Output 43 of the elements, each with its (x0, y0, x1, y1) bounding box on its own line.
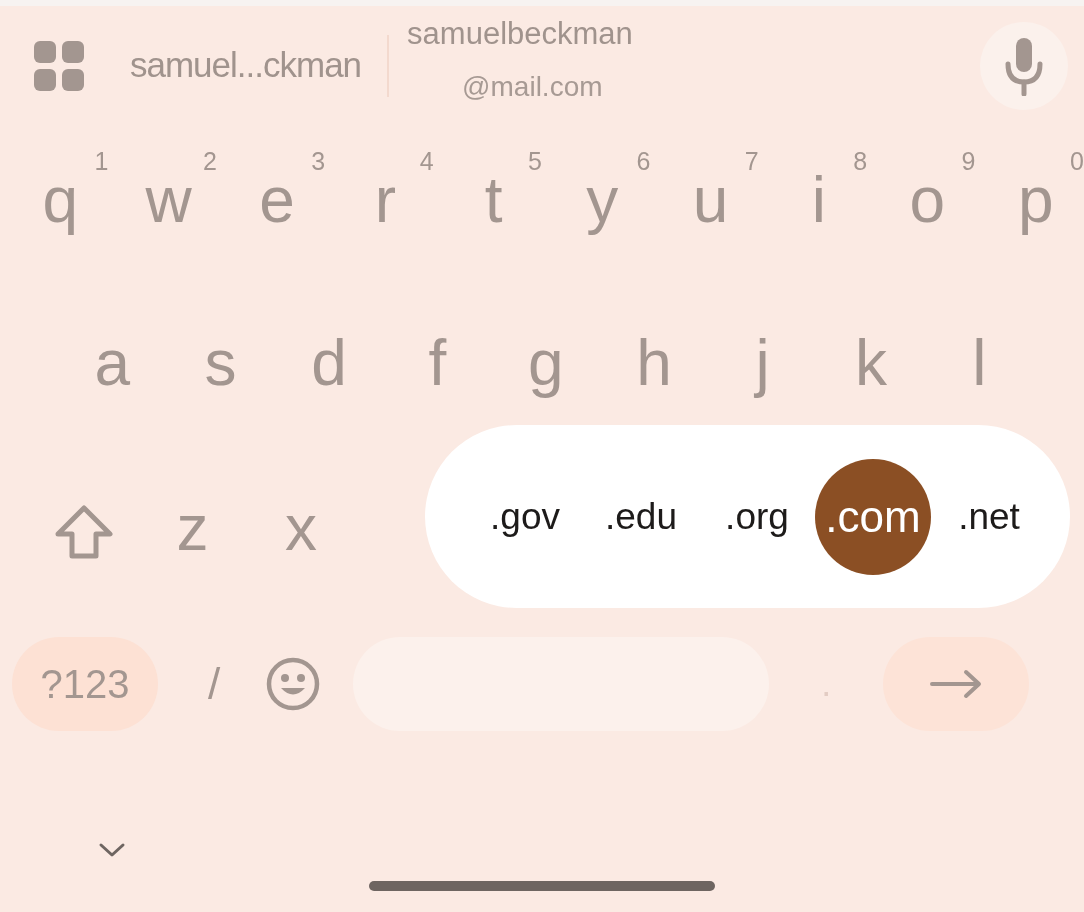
number-hint: 0 (1070, 149, 1084, 174)
number-hint: 8 (853, 149, 868, 174)
letter-key[interactable]: w (145, 168, 192, 232)
letter-key[interactable]: i (811, 168, 827, 232)
letter-key[interactable]: d (311, 330, 347, 395)
letter-key[interactable]: l (972, 330, 987, 395)
domain-option[interactable]: .gov (467, 458, 583, 575)
domain-option[interactable]: .com (815, 458, 931, 575)
slash-key[interactable]: / (208, 651, 221, 717)
domain-option[interactable]: .net (931, 458, 1047, 575)
number-hint: 6 (636, 149, 651, 174)
period-key[interactable]: . (821, 657, 832, 711)
letter-key[interactable]: s (204, 330, 237, 395)
symbols-key[interactable]: ?123 (12, 637, 158, 731)
microphone-icon (1004, 35, 1044, 96)
letter-key[interactable]: x (284, 495, 317, 560)
emoji-key[interactable] (266, 657, 321, 711)
suggestion[interactable]: samuel...ckman (130, 39, 362, 92)
letter-key[interactable]: f (428, 330, 447, 395)
letter-key[interactable]: e (259, 168, 295, 232)
number-hint: 1 (94, 149, 109, 174)
letter-key[interactable]: h (636, 330, 672, 395)
letter-key[interactable]: a (94, 330, 130, 395)
emoji-icon (266, 657, 321, 711)
letter-key[interactable]: r (374, 168, 396, 232)
number-hint: 3 (311, 149, 326, 174)
letter-key[interactable]: z (176, 495, 209, 560)
number-hint: 9 (961, 149, 976, 174)
shift-icon (54, 504, 115, 561)
number-hint: 4 (419, 149, 434, 174)
letter-key[interactable]: k (854, 330, 887, 395)
suggestion[interactable]: samuelbeckman @mail.com (407, 15, 633, 104)
number-hint: 7 (744, 149, 759, 174)
arrow-right-icon (930, 669, 983, 699)
apps-icon[interactable] (34, 40, 84, 91)
domain-option[interactable]: .edu (583, 458, 699, 575)
number-hint: 2 (202, 149, 217, 174)
letter-key[interactable]: u (692, 168, 729, 232)
letter-key[interactable]: t (484, 168, 503, 232)
chevron-down-icon[interactable] (98, 842, 126, 858)
domain-option[interactable]: .org (699, 458, 815, 575)
letter-key[interactable]: o (909, 168, 946, 232)
number-hint: 5 (528, 149, 542, 174)
